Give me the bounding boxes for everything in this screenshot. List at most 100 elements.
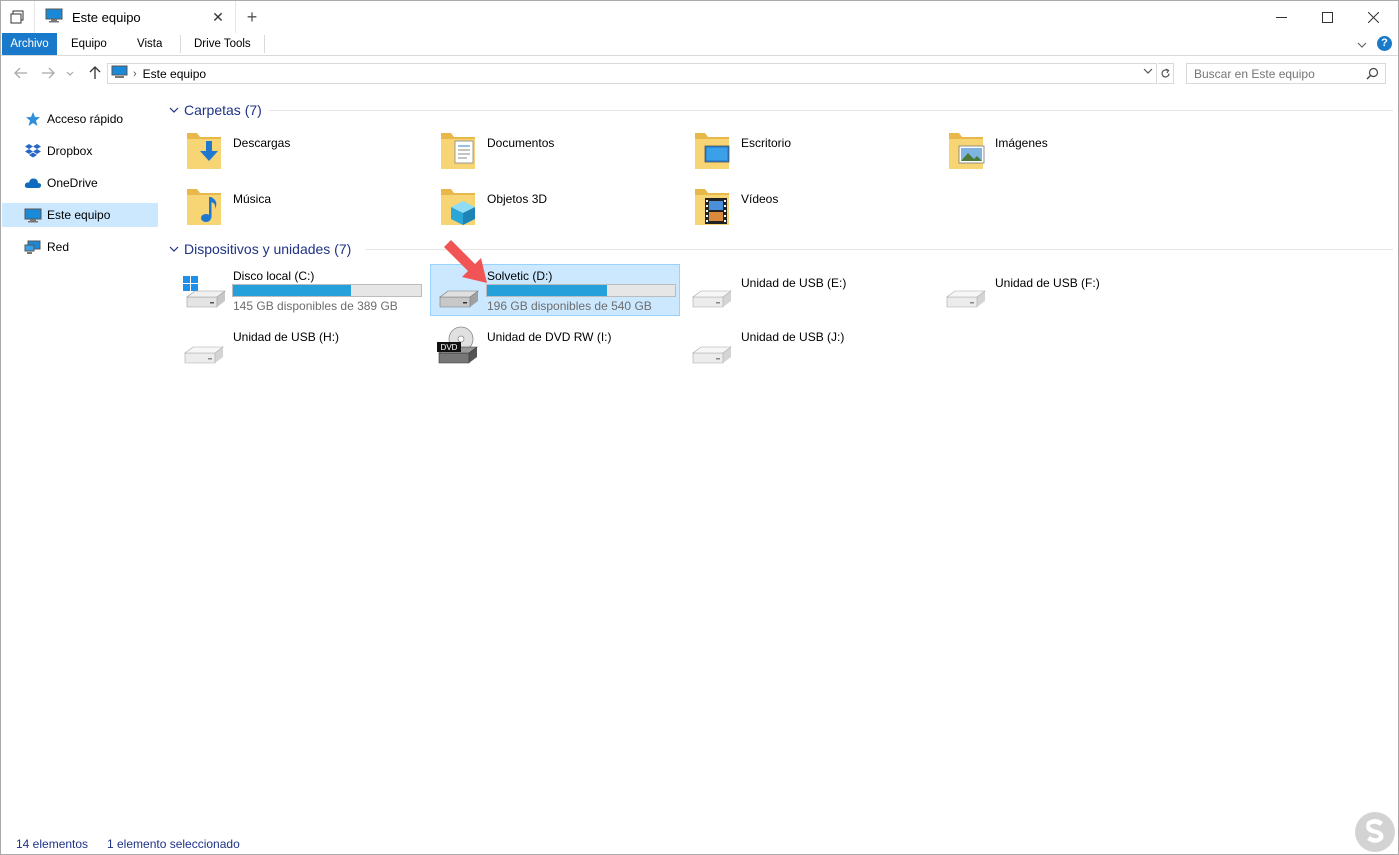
drive-usage-fill xyxy=(233,285,351,296)
drive-usage-fill xyxy=(487,285,607,296)
drive-c[interactable]: Disco local (C:) 145 GB disponibles de 3… xyxy=(161,265,422,317)
address-bar[interactable]: › Este equipo xyxy=(107,63,1157,84)
drive-name: Solvetic (D:) xyxy=(487,269,553,283)
drive-e[interactable]: Unidad de USB (E:) xyxy=(669,265,919,317)
sidebar-item-acceso-rapido[interactable]: Acceso rápido xyxy=(2,107,158,131)
sidebar-item-label: Red xyxy=(47,240,70,254)
search-input[interactable] xyxy=(1194,66,1354,81)
drive-name: Disco local (C:) xyxy=(233,269,315,283)
up-icon[interactable] xyxy=(86,64,104,82)
address-dropdown-icon[interactable] xyxy=(1143,66,1153,77)
folder-descargas[interactable]: Descargas xyxy=(161,129,411,181)
desktop-folder-icon xyxy=(695,133,730,169)
group-divider xyxy=(366,249,1393,250)
folder-videos[interactable]: Vídeos xyxy=(669,185,919,237)
tab-archivo[interactable]: Archivo xyxy=(2,33,57,55)
drive-usage-bar xyxy=(486,284,676,297)
search-box[interactable] xyxy=(1186,63,1386,84)
tab-equipo[interactable]: Equipo xyxy=(60,33,118,55)
ribbon-separator xyxy=(180,35,181,53)
tab-este-equipo[interactable]: Este equipo ✕ xyxy=(34,1,236,33)
drive-free-space: 145 GB disponibles de 389 GB xyxy=(233,299,398,313)
group-title: Dispositivos y unidades (7) xyxy=(184,241,352,257)
sidebar-item-label: OneDrive xyxy=(47,176,98,190)
drive-usage-bar xyxy=(232,284,422,297)
drive-name: Unidad de USB (H:) xyxy=(233,330,340,344)
sidebar-item-label: Este equipo xyxy=(47,208,111,222)
folder-objetos-3d[interactable]: Objetos 3D xyxy=(415,185,665,237)
music-folder-icon xyxy=(187,189,221,225)
sidebar-item-label: Acceso rápido xyxy=(47,112,124,126)
drive-free-space: 196 GB disponibles de 540 GB xyxy=(487,299,652,313)
status-bar: 14 elementos 1 elemento seleccionado xyxy=(1,833,1398,855)
drive-j[interactable]: Unidad de USB (J:) xyxy=(669,321,919,373)
ribbon-controls: ? xyxy=(1357,36,1392,51)
usb-drive-icon xyxy=(692,290,732,308)
computer-icon xyxy=(111,65,128,82)
computer-icon xyxy=(45,8,63,26)
chevron-down-icon[interactable] xyxy=(169,105,179,115)
group-header-carpetas[interactable]: Carpetas (7) xyxy=(169,100,262,120)
close-tab-icon[interactable]: ✕ xyxy=(211,10,225,24)
folder-name: Documentos xyxy=(487,136,555,150)
group-divider xyxy=(269,110,1393,111)
folder-name: Objetos 3D xyxy=(487,192,548,206)
group-header-dispositivos[interactable]: Dispositivos y unidades (7) xyxy=(169,239,351,259)
ribbon-separator xyxy=(264,35,265,53)
usb-drive-icon xyxy=(692,346,732,364)
minimize-icon[interactable] xyxy=(1258,1,1304,33)
maximize-icon[interactable] xyxy=(1304,1,1350,33)
tab-title: Este equipo xyxy=(72,9,141,25)
help-icon[interactable]: ? xyxy=(1377,36,1392,51)
drive-name: Unidad de USB (E:) xyxy=(741,276,847,290)
drive-h[interactable]: Unidad de USB (H:) xyxy=(161,321,411,373)
dvd-drive-icon: DVD xyxy=(437,326,478,364)
expand-ribbon-icon[interactable] xyxy=(1357,37,1367,51)
recent-locations-icon[interactable] xyxy=(64,64,76,82)
forward-icon[interactable] xyxy=(39,64,57,82)
folder-musica[interactable]: Música xyxy=(161,185,411,237)
drive-f[interactable]: Unidad de USB (F:) xyxy=(923,265,1173,317)
drive-name: Unidad de DVD RW (I:) xyxy=(487,330,612,344)
drive-name: Unidad de USB (J:) xyxy=(741,330,845,344)
new-tab-icon[interactable]: + xyxy=(241,7,263,27)
downloads-folder-icon xyxy=(187,133,221,169)
sets-icon[interactable] xyxy=(1,1,33,33)
documents-folder-icon xyxy=(441,133,475,169)
sidebar-item-este-equipo[interactable]: Este equipo xyxy=(2,203,158,227)
title-bar: Este equipo ✕ + xyxy=(1,1,1398,33)
explorer-window: Este equipo ✕ + Archivo Equipo Vista Dri… xyxy=(0,0,1399,855)
close-window-icon[interactable] xyxy=(1350,1,1396,33)
tab-vista[interactable]: Vista xyxy=(126,33,173,55)
folder-name: Música xyxy=(233,192,272,206)
status-item-count: 14 elementos xyxy=(16,837,89,851)
3d-objects-folder-icon xyxy=(441,189,475,225)
back-icon[interactable] xyxy=(12,64,30,82)
folder-escritorio[interactable]: Escritorio xyxy=(669,129,919,181)
folder-documentos[interactable]: Documentos xyxy=(415,129,665,181)
breadcrumb-este-equipo[interactable]: Este equipo xyxy=(143,67,206,81)
breadcrumb-chevron-icon[interactable]: › xyxy=(133,68,137,80)
status-selection: 1 elemento seleccionado xyxy=(107,837,240,851)
chevron-down-icon[interactable] xyxy=(169,244,179,254)
ribbon: Archivo Equipo Vista Drive Tools ? xyxy=(1,33,1398,56)
annotation-arrow-icon xyxy=(444,240,487,283)
tab-drive-tools[interactable]: Drive Tools xyxy=(183,33,262,55)
sidebar-item-dropbox[interactable]: Dropbox xyxy=(2,139,158,163)
search-icon[interactable] xyxy=(1366,67,1379,83)
folder-name: Escritorio xyxy=(741,136,792,150)
svg-text:DVD: DVD xyxy=(441,343,458,352)
drive-i[interactable]: DVD Unidad de DVD RW (I:) xyxy=(415,321,665,373)
sidebar-item-label: Dropbox xyxy=(47,144,93,158)
folder-name: Vídeos xyxy=(741,192,779,206)
cloud-icon xyxy=(24,175,42,191)
drive-name: Unidad de USB (F:) xyxy=(995,276,1100,290)
network-icon xyxy=(24,239,42,255)
sidebar-item-red[interactable]: Red xyxy=(2,235,158,259)
refresh-icon[interactable] xyxy=(1158,63,1174,84)
dropbox-icon xyxy=(24,143,42,159)
folder-imagenes[interactable]: Imágenes xyxy=(923,129,1173,181)
computer-icon xyxy=(24,207,42,223)
watermark-logo-icon xyxy=(1355,812,1395,852)
sidebar-item-onedrive[interactable]: OneDrive xyxy=(2,171,158,195)
